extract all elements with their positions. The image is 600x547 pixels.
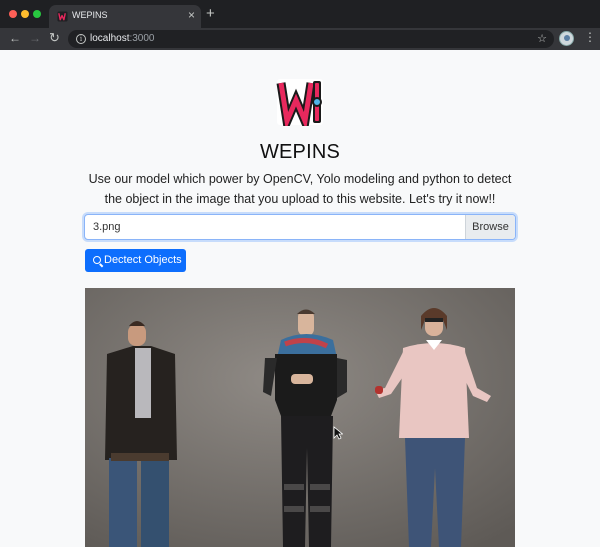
browser-titlebar: WEPINS × + <box>0 0 600 28</box>
search-icon <box>93 256 101 264</box>
file-upload-input[interactable]: 3.png Browse <box>84 214 516 240</box>
reload-icon[interactable]: ↻ <box>49 30 60 46</box>
more-icon[interactable]: ⋮ <box>584 30 596 44</box>
forward-icon[interactable]: → <box>29 30 41 46</box>
profile-avatar[interactable] <box>559 31 574 46</box>
url-host: localhost <box>90 33 130 44</box>
window-close-button[interactable] <box>9 10 17 18</box>
window-minimize-button[interactable] <box>21 10 29 18</box>
page-viewport: WEPINS Use our model which power by Open… <box>0 50 600 547</box>
detect-objects-button[interactable]: Dectect Objects <box>85 249 186 272</box>
wepins-logo <box>276 79 323 126</box>
url-text: localhost:3000 <box>90 33 155 44</box>
person-left <box>105 321 177 547</box>
url-port: :3000 <box>129 33 155 44</box>
uploaded-image <box>85 288 515 547</box>
mouse-cursor-icon <box>333 426 343 440</box>
bookmark-star-icon[interactable]: ☆ <box>537 32 547 45</box>
browser-toolbar: ← → ↻ i localhost:3000 ☆ <box>0 28 600 50</box>
address-bar[interactable]: i localhost:3000 ☆ <box>68 30 554 48</box>
browser-tab[interactable]: WEPINS × <box>49 5 201 28</box>
browse-button[interactable]: Browse <box>465 215 515 239</box>
file-name-value: 3.png <box>93 221 121 233</box>
back-icon[interactable]: ← <box>9 30 21 46</box>
info-icon[interactable]: i <box>76 34 86 44</box>
new-tab-plus-icon[interactable]: + <box>206 5 215 23</box>
window-maximize-button[interactable] <box>33 10 41 18</box>
tab-title: WEPINS <box>72 10 108 20</box>
page-title: WEPINS <box>259 141 341 163</box>
wepins-favicon-icon <box>57 11 68 22</box>
tab-close-icon[interactable]: × <box>188 8 195 22</box>
detect-objects-label: Dectect Objects <box>104 254 182 266</box>
page-subtitle: Use our model which power by OpenCV, Yol… <box>88 172 512 206</box>
